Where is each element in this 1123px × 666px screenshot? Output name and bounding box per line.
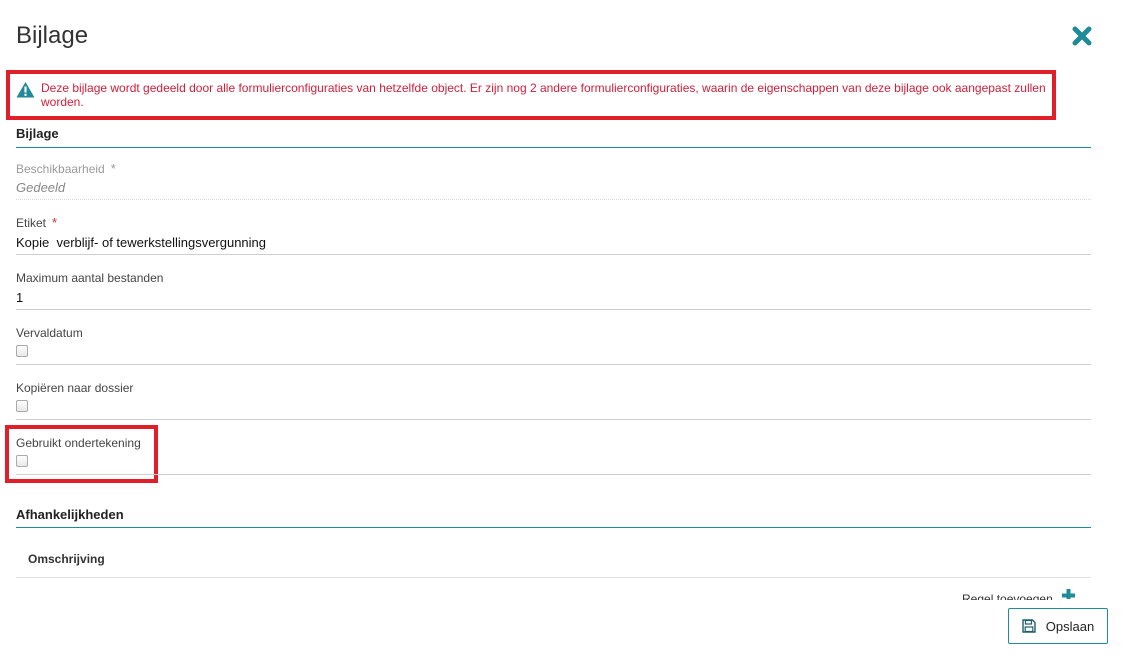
etiket-input[interactable] — [16, 232, 1091, 252]
beschikbaarheid-label: Beschikbaarheid * — [16, 161, 116, 176]
section-divider — [16, 147, 1091, 148]
vervaldatum-checkbox[interactable] — [16, 345, 28, 357]
kopieren-checkbox[interactable] — [16, 400, 28, 412]
floppy-disk-icon — [1022, 619, 1036, 633]
plus-icon[interactable] — [1062, 589, 1075, 599]
add-rule-link[interactable]: Regel toevoegen — [962, 590, 1053, 600]
ondertekening-label: Gebruikt ondertekening — [16, 436, 141, 450]
field-divider — [16, 309, 1091, 310]
ondertekening-checkbox[interactable] — [16, 455, 28, 467]
field-divider — [16, 254, 1091, 255]
field-divider — [16, 419, 1091, 420]
etiket-label: Etiket * — [16, 215, 58, 230]
close-button[interactable] — [1072, 26, 1092, 46]
section-title-afhankelijkheden: Afhankelijkheden — [16, 507, 124, 522]
required-mark: * — [110, 161, 116, 176]
max-files-input[interactable] — [16, 287, 1091, 307]
section-title-bijlage: Bijlage — [16, 126, 59, 141]
dialog-title: Bijlage — [16, 22, 89, 49]
save-button[interactable]: Opslaan — [1008, 608, 1108, 644]
table-divider — [16, 577, 1091, 578]
vervaldatum-label: Vervaldatum — [16, 326, 83, 340]
warning-triangle-icon — [16, 82, 35, 98]
save-button-label: Opslaan — [1045, 618, 1095, 634]
beschikbaarheid-value: Gedeeld — [16, 180, 66, 195]
max-files-label: Maximum aantal bestanden — [16, 271, 164, 285]
kopieren-label: Kopiëren naar dossier — [16, 381, 134, 395]
field-divider — [16, 474, 1091, 475]
field-divider — [16, 364, 1091, 365]
column-header-omschrijving[interactable]: Omschrijving — [28, 552, 105, 566]
warning-message: Deze bijlage wordt gedeeld door alle for… — [41, 81, 1046, 109]
close-x-icon — [1072, 26, 1092, 46]
required-mark: * — [52, 215, 58, 230]
field-divider — [16, 199, 1091, 200]
section-divider — [16, 527, 1091, 528]
